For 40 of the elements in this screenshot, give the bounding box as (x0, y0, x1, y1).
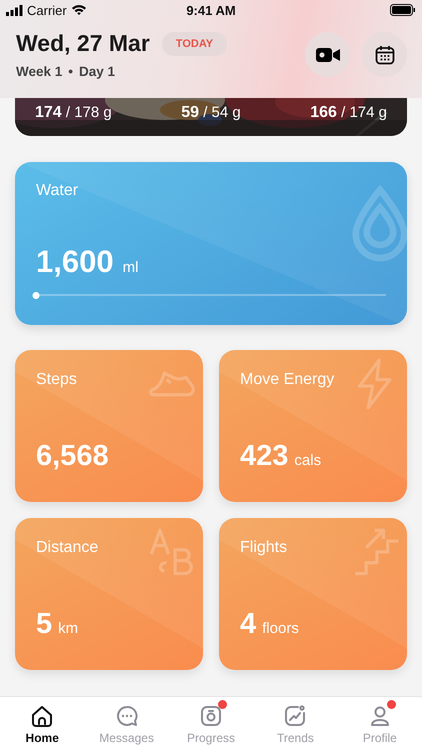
day-label: Day 1 (79, 64, 116, 79)
card-title: Move Energy (240, 371, 336, 389)
macro-amount: 59 / 54 g (181, 104, 241, 122)
stat-value: 5 (36, 608, 52, 641)
wifi-icon (70, 4, 87, 16)
calendar-icon (374, 44, 394, 64)
home-icon (30, 704, 54, 728)
macro-amount: 166 / 174 g (310, 104, 387, 122)
week-label: Week 1 (16, 64, 62, 79)
tab-item[interactable]: Profile (338, 697, 422, 750)
stat-value: 6,568 (36, 440, 109, 473)
video-call-button[interactable] (305, 32, 350, 77)
video-camera-icon (316, 46, 340, 62)
card-title: Distance (36, 539, 100, 557)
trend-chart-icon (283, 704, 308, 728)
date-title: Wed, 27 Mar (16, 30, 150, 57)
card-title: Flights (240, 539, 288, 557)
tab-item[interactable]: Trends (253, 697, 338, 750)
stat-value: 4 (240, 608, 256, 641)
chat-bubble-icon (114, 704, 139, 728)
separator-dot: • (68, 64, 74, 79)
unit-label: ml (122, 259, 138, 276)
camera-icon (199, 704, 224, 728)
clock-time: 9:41 AM (185, 2, 237, 18)
signal-icon (6, 4, 23, 16)
tab-item[interactable]: Home (0, 697, 84, 750)
calendar-button[interactable] (362, 32, 407, 77)
unit-label: km (58, 620, 78, 637)
battery-icon (390, 4, 416, 16)
water-value: 1,600 (36, 244, 114, 280)
macro-amount: 174 / 178 g (35, 104, 112, 122)
unit-label: cals (294, 452, 322, 469)
stat-value: 423 (240, 440, 288, 473)
today-badge: TODAY (162, 32, 228, 56)
card-title: Water (36, 182, 80, 200)
tab-item[interactable]: Messages (84, 697, 169, 750)
card-title: Steps (36, 371, 78, 389)
tab-item[interactable]: Progress (168, 697, 254, 750)
carrier-name: Carrier (27, 2, 67, 18)
unit-label: floors (262, 620, 299, 637)
